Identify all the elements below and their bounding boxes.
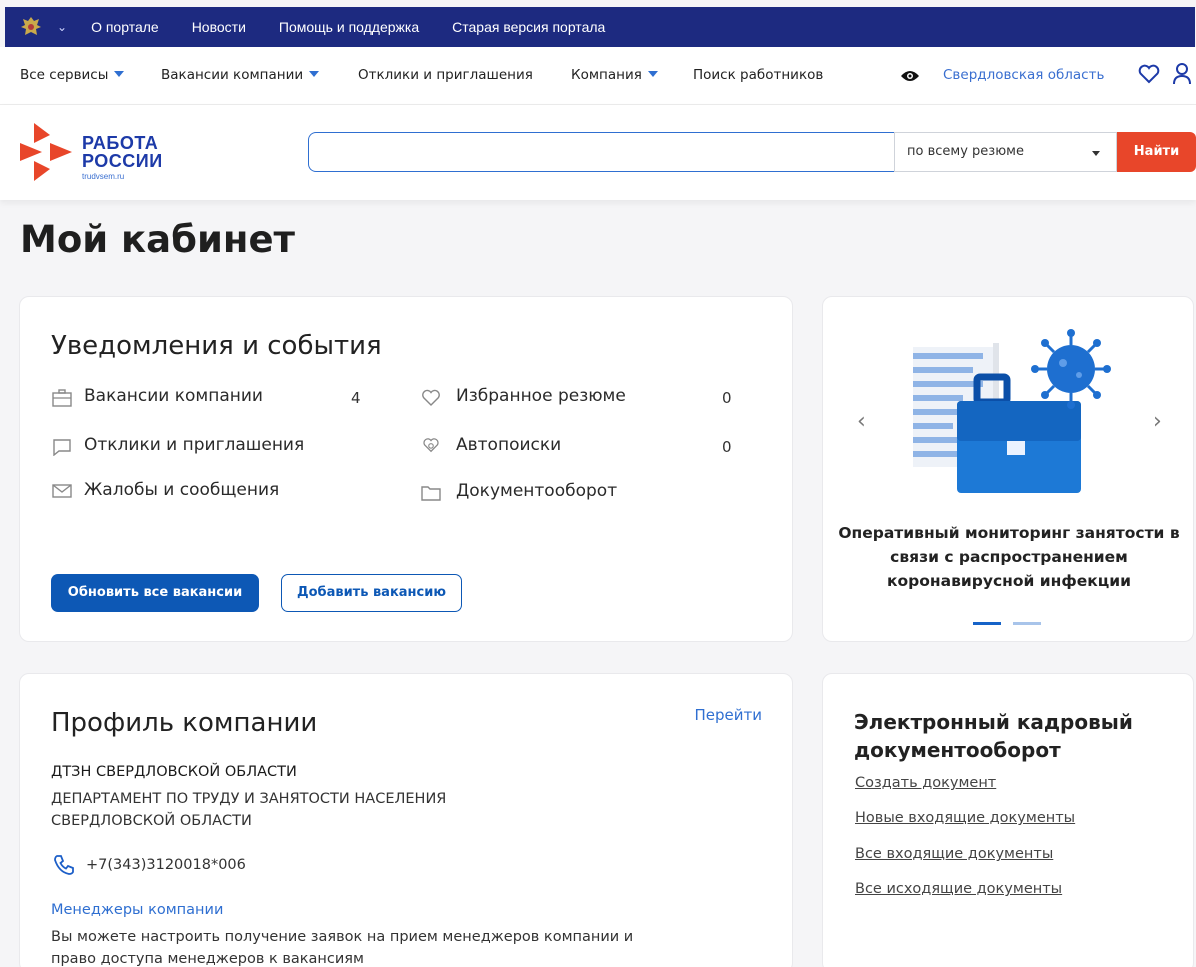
main-nav: Все сервисы Вакансии компании Отклики и … <box>0 47 1196 105</box>
gov-link-news[interactable]: Новости <box>192 19 246 35</box>
caret-down-icon <box>647 71 658 77</box>
page-title: Мой кабинет <box>20 218 295 261</box>
edo-link-all-outgoing[interactable]: Все исходящие документы <box>855 881 1062 897</box>
nav-company[interactable]: Компания <box>571 67 658 83</box>
gov-top-bar: ⌄ О портале Новости Помощь и поддержка С… <box>5 7 1195 47</box>
search-scope-value: по всему резюме <box>907 144 1024 159</box>
nav-company-vacancies[interactable]: Вакансии компании <box>161 67 320 83</box>
update-all-vacancies-button[interactable]: Обновить все вакансии <box>51 574 259 612</box>
chevron-left-icon[interactable]: ‹ <box>857 409 866 434</box>
notif-item-complaints[interactable]: Жалобы и сообщения <box>84 480 279 500</box>
notif-count-fav-resume: 0 <box>722 389 732 407</box>
chevron-right-icon[interactable]: › <box>1153 409 1162 434</box>
nav-company-vacancies-label: Вакансии компании <box>161 67 304 83</box>
company-phone: +7(343)3120018*006 <box>86 857 246 873</box>
company-full-name: ДЕПАРТАМЕНТ ПО ТРУДУ И ЗАНЯТОСТИ НАСЕЛЕН… <box>51 791 447 829</box>
user-profile-icon[interactable] <box>1172 62 1192 86</box>
company-short-name: ДТЗН СВЕРДЛОВСКОЙ ОБЛАСТИ <box>51 764 297 780</box>
company-managers-desc: Вы можете настроить получение заявок на … <box>51 929 634 967</box>
hr-edo-card: Электронный кадровый документооборот Соз… <box>822 673 1194 967</box>
caret-down-icon <box>309 71 320 77</box>
coat-of-arms-icon[interactable] <box>19 15 43 39</box>
notif-count-vacancies: 4 <box>351 389 361 407</box>
chevron-down-icon <box>1092 151 1100 156</box>
eye-icon[interactable] <box>900 69 920 83</box>
find-button[interactable]: Найти <box>1117 132 1196 172</box>
notif-item-autosearch[interactable]: Автопоиски <box>456 435 561 455</box>
profile-goto-link[interactable]: Перейти <box>695 706 763 724</box>
profile-title: Профиль компании <box>51 708 318 738</box>
edo-title: Электронный кадровый документооборот <box>854 710 1133 762</box>
chat-icon <box>53 439 71 456</box>
briefcase-icon <box>52 389 72 407</box>
nav-all-services-label: Все сервисы <box>20 67 109 83</box>
slider-pagination <box>973 610 1053 629</box>
logo-sub: trudvsem.ru <box>82 172 125 181</box>
caret-down-icon <box>114 71 125 77</box>
notif-count-autosearch: 0 <box>722 438 732 456</box>
nav-company-label: Компания <box>571 67 642 83</box>
briefcase-virus-illustration <box>913 329 1111 493</box>
phone-icon <box>54 855 74 875</box>
nav-search-workers-label: Поиск работников <box>693 67 824 83</box>
edo-link-create[interactable]: Создать документ <box>855 775 996 791</box>
company-profile-card: Профиль компании Перейти ДТЗН СВЕРДЛОВСК… <box>19 673 793 967</box>
favorites-heart-icon[interactable] <box>1138 64 1160 84</box>
logo-mark-icon <box>20 123 72 181</box>
notif-item-fav-resume[interactable]: Избранное резюме <box>456 386 626 406</box>
nav-responses-label: Отклики и приглашения <box>358 67 533 83</box>
chevron-down-icon[interactable]: ⌄ <box>57 20 67 34</box>
gov-link-help[interactable]: Помощь и поддержка <box>279 19 419 35</box>
rabota-rossii-logo[interactable]: РАБОТА РОССИИ trudvsem.ru <box>20 123 170 181</box>
notif-item-responses[interactable]: Отклики и приглашения <box>84 435 304 455</box>
slider-dot-1[interactable] <box>973 622 1001 625</box>
mail-icon <box>52 484 72 498</box>
edo-link-new-incoming[interactable]: Новые входящие документы <box>855 810 1075 826</box>
notifications-card: Уведомления и события Вакансии компании … <box>19 296 793 642</box>
site-header: РАБОТА РОССИИ trudvsem.ru по всему резюм… <box>0 105 1196 200</box>
gov-link-old-version[interactable]: Старая версия портала <box>452 19 605 35</box>
nav-responses[interactable]: Отклики и приглашения <box>358 67 533 83</box>
autosearch-icon <box>423 438 439 453</box>
search-input[interactable] <box>308 132 894 172</box>
search-scope-select[interactable]: по всему резюме <box>894 132 1117 172</box>
nav-search-workers[interactable]: Поиск работников <box>693 67 823 83</box>
company-managers-link[interactable]: Менеджеры компании <box>51 902 223 918</box>
gov-link-about[interactable]: О портале <box>91 19 159 35</box>
add-vacancy-button[interactable]: Добавить вакансию <box>281 574 462 612</box>
slide-caption[interactable]: Оперативный мониторинг занятости в связи… <box>837 521 1181 593</box>
notifications-title: Уведомления и события <box>51 331 382 361</box>
nav-all-services[interactable]: Все сервисы <box>20 67 125 83</box>
promo-slider-card: ‹ › Оперативный мониторинг занятости в с… <box>822 296 1194 642</box>
folder-icon <box>421 486 441 501</box>
region-selector[interactable]: Свердловская область <box>943 67 1104 83</box>
notif-item-docflow[interactable]: Документооборот <box>456 481 617 501</box>
edo-link-all-incoming[interactable]: Все входящие документы <box>855 846 1053 862</box>
slider-dot-2[interactable] <box>1013 622 1041 625</box>
notif-item-vacancies[interactable]: Вакансии компании <box>84 386 263 406</box>
logo-line2: РОССИИ <box>82 151 163 171</box>
heart-icon <box>422 389 440 406</box>
